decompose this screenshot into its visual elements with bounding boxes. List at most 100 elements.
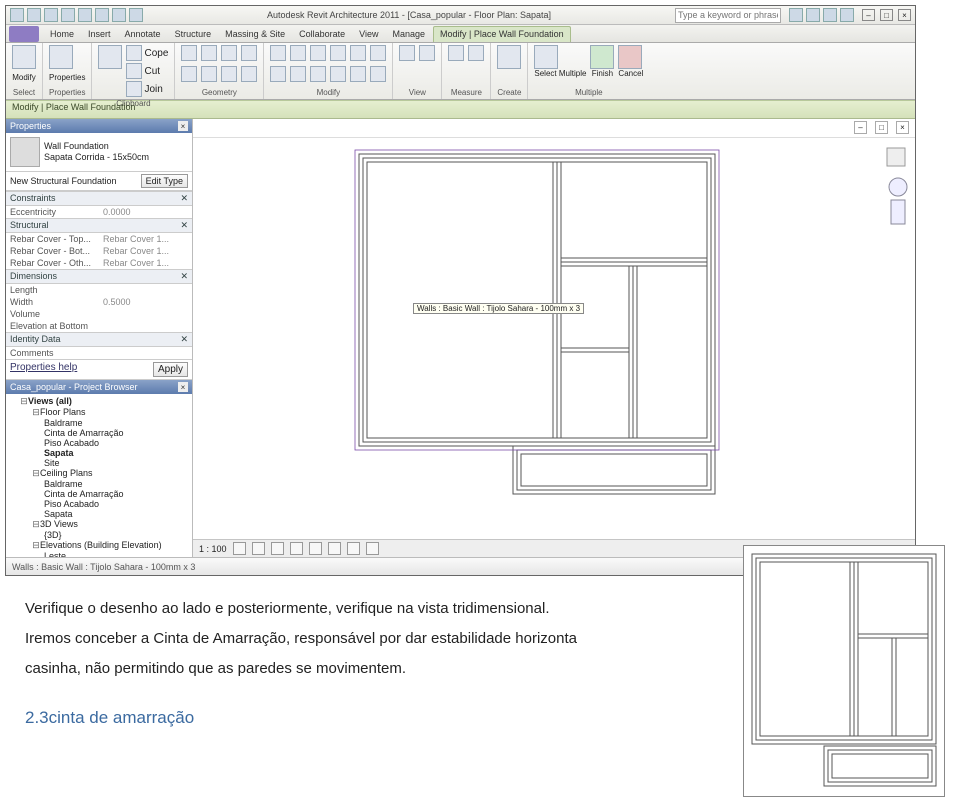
help-icon[interactable] <box>840 8 854 22</box>
geom-icon-1[interactable] <box>181 45 197 61</box>
close-icon[interactable]: × <box>898 9 911 21</box>
crop-region-icon[interactable] <box>328 542 341 555</box>
tree-item[interactable]: Site <box>44 458 190 468</box>
geom-icon-6[interactable] <box>201 66 217 82</box>
tab-modify-context[interactable]: Modify | Place Wall Foundation <box>433 26 571 42</box>
copy-icon[interactable] <box>290 45 306 61</box>
tab-annotate[interactable]: Annotate <box>119 27 167 42</box>
geom-icon-4[interactable] <box>241 45 257 61</box>
cut-icon[interactable] <box>126 63 142 79</box>
properties-close-icon[interactable]: × <box>178 121 188 131</box>
array-icon[interactable] <box>330 66 346 82</box>
geom-icon-7[interactable] <box>221 66 237 82</box>
tab-view[interactable]: View <box>353 27 384 42</box>
infocenter-icon[interactable] <box>789 8 803 22</box>
shadows-icon[interactable] <box>290 542 303 555</box>
app-logo-icon[interactable] <box>9 26 39 42</box>
tree-item[interactable]: Piso Acabado <box>44 499 190 509</box>
tab-collaborate[interactable]: Collaborate <box>293 27 351 42</box>
redo-icon[interactable] <box>78 8 92 22</box>
properties-title[interactable]: Properties × <box>6 119 192 133</box>
paste-icon[interactable] <box>98 45 122 69</box>
steering-wheel-icon[interactable] <box>887 176 909 228</box>
tree-item[interactable]: Cinta de Amarração <box>44 489 190 499</box>
tree-item[interactable]: Baldrame <box>44 418 190 428</box>
hide-isolate-icon[interactable] <box>347 542 360 555</box>
split-icon[interactable] <box>370 45 386 61</box>
star-icon[interactable] <box>806 8 820 22</box>
tree-item[interactable]: Cinta de Amarração <box>44 428 190 438</box>
offset-icon[interactable] <box>270 66 286 82</box>
project-browser-title[interactable]: Casa_popular - Project Browser × <box>6 380 192 394</box>
join-icon[interactable] <box>126 81 142 97</box>
minimize-icon[interactable]: – <box>862 9 875 21</box>
properties-grid: Constraints✕ Eccentricity0.0000 Structur… <box>6 191 192 359</box>
properties-icon[interactable] <box>49 45 73 69</box>
tab-massing[interactable]: Massing & Site <box>219 27 291 42</box>
exchange-icon[interactable] <box>823 8 837 22</box>
modify-icon[interactable] <box>12 45 36 69</box>
measure-tool-icon[interactable] <box>468 45 484 61</box>
tab-home[interactable]: Home <box>44 27 80 42</box>
tab-manage[interactable]: Manage <box>387 27 432 42</box>
mirror-icon[interactable] <box>330 45 346 61</box>
pin-icon[interactable] <box>350 66 366 82</box>
tree-item[interactable]: Baldrame <box>44 479 190 489</box>
view-icon-2[interactable] <box>419 45 435 61</box>
view-minimize-icon[interactable]: – <box>854 121 867 134</box>
save-icon[interactable] <box>27 8 41 22</box>
maximize-icon[interactable]: □ <box>880 9 893 21</box>
browser-close-icon[interactable]: × <box>178 382 188 392</box>
finish-icon[interactable] <box>590 45 614 69</box>
trim-icon[interactable] <box>350 45 366 61</box>
cancel-icon[interactable] <box>618 45 642 69</box>
move-icon[interactable] <box>270 45 286 61</box>
viewcube-icon[interactable] <box>883 144 909 170</box>
type-type-name: Sapata Corrida - 15x50cm <box>44 152 149 163</box>
sunpath-icon[interactable] <box>271 542 284 555</box>
measure-icon[interactable] <box>112 8 126 22</box>
app-menu-icon[interactable] <box>10 8 24 22</box>
floor-plan-drawing[interactable]: Walls : Basic Wall : Tijolo Sahara - 100… <box>353 148 723 508</box>
select-multiple-icon[interactable] <box>534 45 558 69</box>
rotate-icon[interactable] <box>310 45 326 61</box>
dimension-icon[interactable] <box>448 45 464 61</box>
tree-item[interactable]: Leste <box>44 551 190 557</box>
visual-style-icon[interactable] <box>252 542 265 555</box>
create-icon[interactable] <box>497 45 521 69</box>
tree-item[interactable]: Piso Acabado <box>44 438 190 448</box>
undo-icon[interactable] <box>61 8 75 22</box>
geom-icon-2[interactable] <box>201 45 217 61</box>
tab-insert[interactable]: Insert <box>82 27 117 42</box>
view-close-icon[interactable]: × <box>896 121 909 134</box>
edit-type-button[interactable]: Edit Type <box>141 174 188 188</box>
print-icon[interactable] <box>95 8 109 22</box>
search-input[interactable] <box>675 8 781 23</box>
apply-button[interactable]: Apply <box>153 362 188 377</box>
detail-level-icon[interactable] <box>233 542 246 555</box>
sync-icon[interactable] <box>129 8 143 22</box>
tree-item[interactable]: Sapata <box>44 509 190 519</box>
geom-icon-8[interactable] <box>241 66 257 82</box>
delete-icon[interactable] <box>370 66 386 82</box>
properties-help-link[interactable]: Properties help <box>10 362 77 377</box>
project-browser-tree[interactable]: ⊟Views (all) ⊟Floor Plans Baldrame Cinta… <box>6 394 192 557</box>
geom-icon-5[interactable] <box>181 66 197 82</box>
tree-item-active[interactable]: Sapata <box>44 448 190 458</box>
reveal-icon[interactable] <box>366 542 379 555</box>
align-icon[interactable] <box>290 66 306 82</box>
cope-icon[interactable] <box>126 45 142 61</box>
type-thumbnail-icon[interactable] <box>10 137 40 167</box>
scale-indicator[interactable]: 1 : 100 <box>199 544 227 554</box>
panel-clipboard: Cope Cut Join Clipboard <box>92 43 175 99</box>
view-restore-icon[interactable]: □ <box>875 121 888 134</box>
type-selector[interactable]: New Structural Foundation <box>10 176 137 186</box>
crop-icon[interactable] <box>309 542 322 555</box>
view-icon-1[interactable] <box>399 45 415 61</box>
tree-item[interactable]: {3D} <box>44 530 190 540</box>
scale-icon[interactable] <box>310 66 326 82</box>
drawing-area[interactable]: – □ × <box>193 119 915 557</box>
open-icon[interactable] <box>44 8 58 22</box>
tab-structure[interactable]: Structure <box>169 27 218 42</box>
geom-icon-3[interactable] <box>221 45 237 61</box>
